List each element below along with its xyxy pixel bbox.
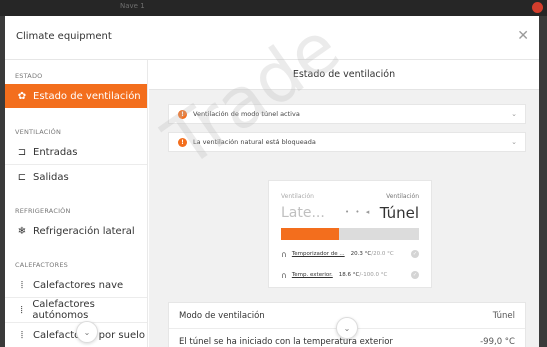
alert-natural-ventilation[interactable]: ! La ventilación natural está bloqueada … [168, 132, 526, 152]
background-strip-right [539, 16, 547, 347]
alert-text: Ventilación de modo túnel activa [193, 110, 300, 118]
sidebar-item-estado-de-ventilacion[interactable]: ✿ Estado de ventilación [5, 84, 147, 108]
sidebar: ESTADO ✿ Estado de ventilación VENTILACI… [5, 60, 148, 347]
sidebar-item-calefactores-nave[interactable]: ⦙ Calefactores nave [5, 273, 147, 297]
main-panel: Estado de ventilación ! Ventilación de m… [149, 60, 539, 347]
sensor-row: ∩ Temporizador de ... 20.3 °C / 20.0 °C … [281, 248, 421, 260]
sidebar-item-refrigeracion-lateral[interactable]: ❄ Refrigeración lateral [5, 219, 147, 243]
window-title: Nave 1 [120, 2, 145, 10]
target-ventilation-value: Túnel [379, 204, 419, 222]
cooling-icon: ❄ [17, 225, 27, 237]
window-close-icon[interactable] [532, 2, 543, 13]
section-header-estado: ESTADO [15, 72, 43, 80]
sensor-target: -100.0 °C [361, 272, 388, 278]
sensor-value: 18.6 °C [338, 272, 360, 278]
sensor-name[interactable]: Temporizador de ... [292, 251, 345, 257]
check-icon: ✓ [411, 250, 419, 258]
window-titlebar: Nave 1 [0, 0, 547, 16]
progress-fill [281, 228, 339, 240]
fan-icon: ✿ [17, 90, 27, 102]
scroll-down-button[interactable]: ⌄ [76, 321, 98, 343]
sensor-row: ∩ Temp. exterior. 18.6 °C / -100.0 °C ✓ [281, 269, 421, 281]
heater-icon: ⦙ [20, 304, 23, 316]
section-header-ventilacion: VENTILACIÓN [15, 128, 62, 136]
chevron-down-icon[interactable]: ⌄ [511, 138, 517, 146]
sidebar-item-label: Entradas [33, 146, 78, 158]
sidebar-item-label: Calefactores autónomos [32, 299, 95, 321]
table-row-value: Túnel [492, 311, 515, 321]
inlet-icon: ⊐ [17, 146, 27, 158]
outlet-icon: ⊏ [17, 171, 27, 183]
section-header-calefactores: CALEFACTORES [15, 261, 68, 269]
modal-header: Climate equipment ✕ [5, 16, 539, 60]
heater-icon: ⦙ [20, 279, 24, 291]
ventilation-status-card: Ventilación Ventilación Late... • • ◂ Tú… [268, 180, 432, 288]
section-header-refrigeracion: REFRIGERACIÓN [15, 207, 71, 215]
modal-title: Climate equipment [16, 31, 112, 42]
current-ventilation-label: Ventilación [281, 193, 314, 200]
close-icon[interactable]: ✕ [517, 28, 529, 44]
heater-icon: ⦙ [20, 329, 24, 341]
alert-text: La ventilación natural está bloqueada [193, 138, 316, 146]
ventilation-progress-bar [281, 228, 419, 240]
thermometer-icon: ∩ [281, 270, 287, 280]
sidebar-item-salidas[interactable]: ⊏ Salidas [5, 165, 147, 189]
sidebar-item-label: Calefactores nave [33, 279, 124, 291]
table-row-key: El túnel se ha iniciado con la temperatu… [179, 337, 393, 347]
sensor-name[interactable]: Temp. exterior. [292, 272, 333, 278]
table-row-key: Modo de ventilación [179, 311, 265, 321]
sidebar-item-calefactores-autonomos[interactable]: ⦙ Calefactores autónomos [5, 298, 147, 322]
sidebar-item-label: Refrigeración lateral [33, 225, 135, 237]
sidebar-item-label: Salidas [33, 171, 69, 183]
target-ventilation-label: Ventilación [386, 193, 419, 200]
transition-arrow-icon: • • ◂ [345, 208, 372, 216]
chevron-down-icon[interactable]: ⌄ [511, 110, 517, 118]
warning-icon: ! [178, 109, 187, 119]
warning-icon: ! [178, 137, 187, 147]
page-title: Estado de ventilación [149, 60, 539, 90]
sidebar-item-label: Estado de ventilación [33, 90, 141, 102]
sensor-value: 20.3 °C [350, 251, 372, 257]
current-ventilation-value: Late... [281, 205, 325, 221]
alert-tunnel-mode[interactable]: ! Ventilación de modo túnel activa ⌄ [168, 104, 526, 124]
sensor-target: 20.0 °C [373, 251, 394, 257]
climate-equipment-modal: Climate equipment ✕ ESTADO ✿ Estado de v… [5, 16, 539, 347]
sidebar-item-entradas[interactable]: ⊐ Entradas [5, 140, 147, 164]
check-icon: ✓ [411, 271, 419, 279]
thermometer-icon: ∩ [281, 249, 287, 259]
scroll-down-button[interactable]: ⌄ [336, 317, 358, 339]
table-row-value: -99,0 °C [480, 337, 515, 347]
